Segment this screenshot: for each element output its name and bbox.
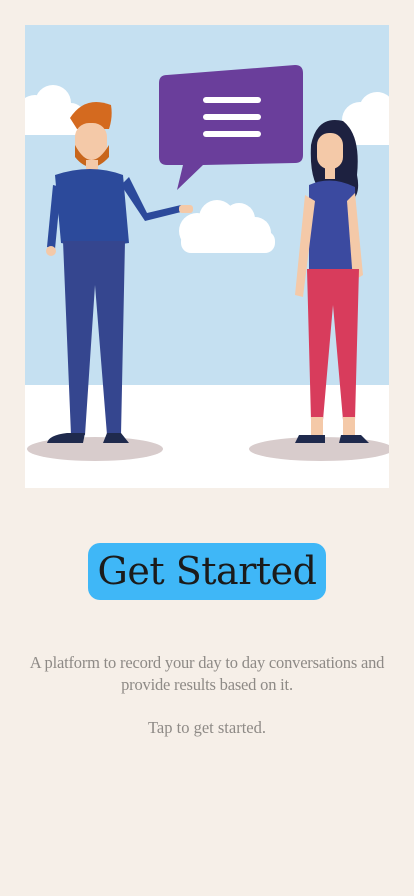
app-description: A platform to record your day to day con… — [29, 653, 385, 694]
tap-hint: Tap to get started. — [148, 718, 266, 737]
shadow-man — [27, 437, 163, 461]
get-started-button[interactable]: Get Started — [88, 543, 326, 600]
conversation-illustration — [25, 25, 389, 488]
hero-illustration — [25, 25, 389, 488]
